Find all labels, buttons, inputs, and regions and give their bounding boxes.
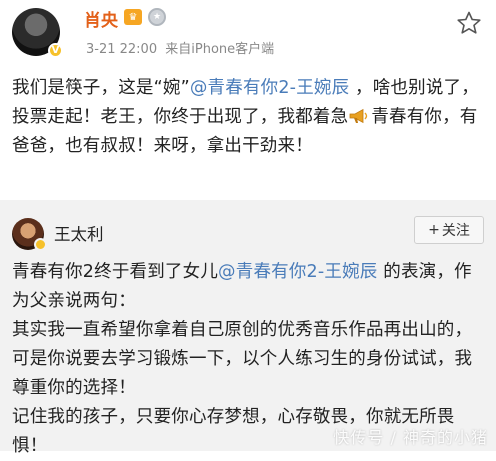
verified-icon bbox=[34, 238, 47, 251]
follow-label: 关注 bbox=[441, 223, 470, 239]
repost-paragraph: 其实我一直希望你拿着自己原创的优秀音乐作品再出山的，可是你说要去学习锻炼一下，以… bbox=[12, 320, 473, 398]
verified-icon: V bbox=[48, 43, 63, 58]
watermark: 快传号 / 神奇的小猪 bbox=[333, 428, 488, 447]
repost-paragraph: 青春有你2终于看到了女儿@青春有你2-王婉辰 的表演，作为父亲说两句： bbox=[12, 258, 488, 316]
post-meta: 3-21 22:00 来自iPhone客户端 bbox=[86, 38, 274, 57]
repost-text-part: 青春有你2终于看到了女儿 bbox=[12, 262, 219, 282]
star-icon[interactable] bbox=[456, 10, 482, 36]
follow-button[interactable]: + 关注 bbox=[414, 216, 484, 244]
medal-badge-icon[interactable]: ★ bbox=[148, 8, 166, 26]
megaphone-icon bbox=[349, 108, 368, 124]
mention-link[interactable]: @青春有你2-王婉辰 bbox=[190, 78, 349, 98]
post-source[interactable]: 来自iPhone客户端 bbox=[165, 42, 274, 57]
repost-username[interactable]: 王太利 bbox=[54, 221, 104, 245]
plus-icon: + bbox=[428, 222, 440, 238]
post-username[interactable]: 肖央 bbox=[84, 6, 118, 31]
post-text: 我们是筷子，这是“婉”@青春有你2-王婉辰 ，啥也别说了，投票走起！老王，你终于… bbox=[12, 74, 488, 161]
mention-link[interactable]: @青春有你2-王婉辰 bbox=[218, 262, 377, 282]
post-text-part: 我们是筷子，这是“婉” bbox=[12, 78, 190, 98]
post-time: 3-21 22:00 bbox=[86, 42, 158, 57]
crown-badge-icon[interactable]: ♛ bbox=[124, 9, 142, 25]
